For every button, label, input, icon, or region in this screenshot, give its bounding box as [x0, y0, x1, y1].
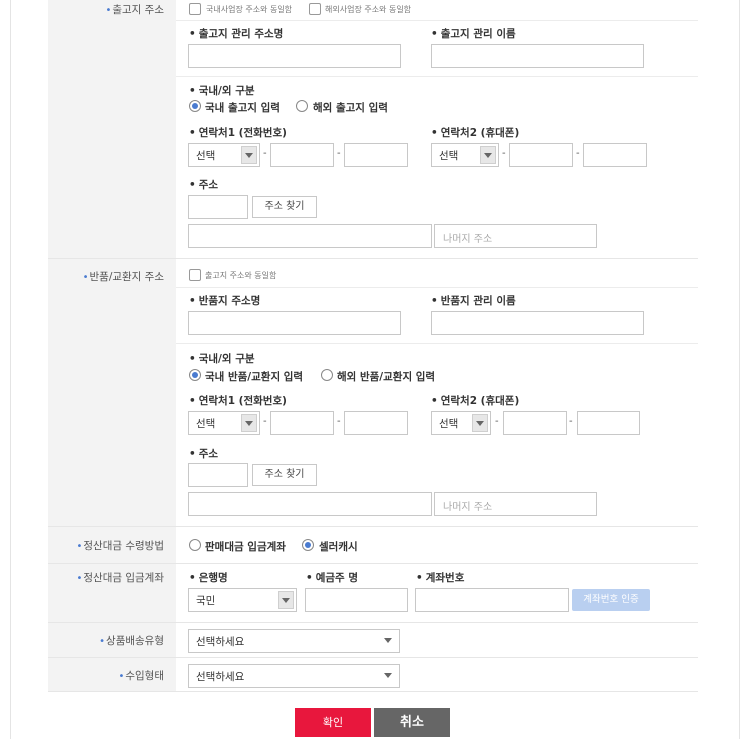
shipping-address-label: • 주소: [189, 179, 219, 191]
returns-overseas-radio[interactable]: [321, 369, 333, 381]
shipping-manager-label: • 출고지 관리 이름: [431, 28, 516, 40]
returns-domestic-radio[interactable]: [189, 369, 201, 381]
import-type-select[interactable]: 선택하세요: [188, 664, 400, 688]
shipping-phone1-select[interactable]: 선택: [188, 143, 260, 167]
shipping-name-label: • 출고지 관리 주소명: [189, 28, 284, 40]
confirm-button[interactable]: 확인: [295, 708, 371, 737]
chevron-down-icon: [480, 146, 496, 164]
dash-separator: -: [263, 416, 267, 427]
shipping-phone1-last[interactable]: [344, 143, 408, 167]
returns-overseas-label: 해외 반품/교환지 입력: [337, 371, 436, 383]
chevron-down-icon: [241, 414, 257, 432]
returns-phone1-label: • 연락처1 (전화번호): [189, 395, 287, 407]
delivery-type-row-label: •상품배송유형: [99, 635, 164, 647]
shipping-domestic-label: 국내 출고지 입력: [205, 102, 280, 114]
shipping-zipcode-input[interactable]: [188, 195, 248, 219]
delivery-type-select[interactable]: 선택하세요: [188, 629, 400, 653]
returns-phone1-middle[interactable]: [270, 411, 334, 435]
returns-phone2-select[interactable]: 선택: [431, 411, 491, 435]
same-as-overseas-label: 해외사업장 주소와 동일함: [325, 5, 412, 14]
settlement-account-row-label: •정산대금 입금계좌: [76, 572, 164, 584]
row-divider: [48, 691, 698, 692]
shipping-rest-address-input[interactable]: 나머지 주소: [434, 224, 597, 248]
shipping-find-address-button[interactable]: 주소 찾기: [252, 196, 317, 218]
section-divider: [176, 343, 698, 344]
returns-manager-label: • 반품지 관리 이름: [431, 295, 516, 307]
bank-select[interactable]: 국민: [188, 588, 297, 612]
returns-phone2-last[interactable]: [577, 411, 640, 435]
chevron-down-icon: [381, 632, 397, 650]
shipping-overseas-label: 해외 출고지 입력: [313, 102, 388, 114]
dash-separator: -: [502, 148, 506, 159]
shipping-row-label: •출고지 주소: [105, 4, 164, 16]
dash-separator: -: [495, 416, 499, 427]
section-divider: [176, 287, 698, 288]
row-divider: [48, 657, 698, 658]
same-as-shipping-checkbox[interactable]: [189, 269, 201, 281]
shipping-phone2-middle[interactable]: [509, 143, 573, 167]
account-number-input[interactable]: [415, 588, 569, 612]
settlement-account-option-label: 판매대금 입금계좌: [205, 541, 286, 553]
returns-find-address-button[interactable]: 주소 찾기: [252, 464, 317, 486]
returns-zipcode-input[interactable]: [188, 463, 248, 487]
shipping-phone2-select[interactable]: 선택: [431, 143, 499, 167]
returns-row-label: •반품/교환지 주소: [82, 271, 164, 283]
account-holder-label: • 예금주 명: [306, 572, 359, 584]
returns-address-input[interactable]: [188, 492, 432, 516]
dash-separator: -: [337, 148, 341, 159]
shipping-phone2-label: • 연락처2 (휴대폰): [431, 127, 520, 139]
settlement-cash-radio[interactable]: [302, 539, 314, 551]
shipping-phone1-middle[interactable]: [270, 143, 334, 167]
same-as-overseas-checkbox[interactable]: [309, 3, 321, 15]
returns-phone2-middle[interactable]: [503, 411, 567, 435]
shipping-phone2-last[interactable]: [583, 143, 647, 167]
dash-separator: -: [263, 148, 267, 159]
row-divider: [48, 563, 698, 564]
shipping-region-label: • 국내/외 구분: [189, 85, 255, 97]
verify-account-button[interactable]: 계좌번호 인증: [572, 589, 650, 611]
settlement-account-radio[interactable]: [189, 539, 201, 551]
returns-address-label: • 주소: [189, 448, 219, 460]
chevron-down-icon: [278, 591, 294, 609]
account-holder-input[interactable]: [305, 588, 408, 612]
row-divider: [48, 622, 698, 623]
chevron-down-icon: [381, 667, 397, 685]
shipping-overseas-radio[interactable]: [296, 100, 308, 112]
returns-rest-address-input[interactable]: 나머지 주소: [434, 492, 597, 516]
label-col-returns: [48, 259, 176, 526]
dash-separator: -: [337, 416, 341, 427]
settlement-method-row-label: •정산대금 수령방법: [76, 540, 164, 552]
cancel-button[interactable]: 취소: [374, 708, 450, 737]
returns-domestic-label: 국내 반품/교환지 입력: [205, 371, 304, 383]
same-as-domestic-checkbox[interactable]: [189, 3, 201, 15]
returns-phone2-label: • 연락처2 (휴대폰): [431, 395, 520, 407]
section-divider: [176, 20, 698, 21]
returns-phone1-select[interactable]: 선택: [188, 411, 260, 435]
returns-name-input[interactable]: [188, 311, 401, 335]
same-as-shipping-label: 출고지 주소와 동일함: [205, 271, 277, 280]
same-as-domestic-label: 국내사업장 주소와 동일함: [206, 5, 293, 14]
returns-name-label: • 반품지 주소명: [189, 295, 261, 307]
bank-name-label: • 은행명: [189, 572, 228, 584]
shipping-manager-input[interactable]: [431, 44, 644, 68]
account-number-label: • 계좌번호: [416, 572, 465, 584]
shipping-phone1-label: • 연락처1 (전화번호): [189, 127, 287, 139]
chevron-down-icon: [241, 146, 257, 164]
row-divider: [48, 526, 698, 527]
row-divider: [48, 258, 698, 259]
shipping-address-input[interactable]: [188, 224, 432, 248]
chevron-down-icon: [472, 414, 488, 432]
settlement-cash-option-label: 셀러캐시: [319, 541, 358, 553]
shipping-domestic-radio[interactable]: [189, 100, 201, 112]
returns-region-label: • 국내/외 구분: [189, 353, 255, 365]
dash-separator: -: [569, 416, 573, 427]
returns-manager-input[interactable]: [431, 311, 644, 335]
dash-separator: -: [576, 148, 580, 159]
returns-phone1-last[interactable]: [344, 411, 408, 435]
label-col-shipping: [48, 0, 176, 258]
section-divider: [176, 76, 698, 77]
import-type-row-label: •수입형태: [118, 670, 164, 682]
shipping-name-input[interactable]: [188, 44, 401, 68]
